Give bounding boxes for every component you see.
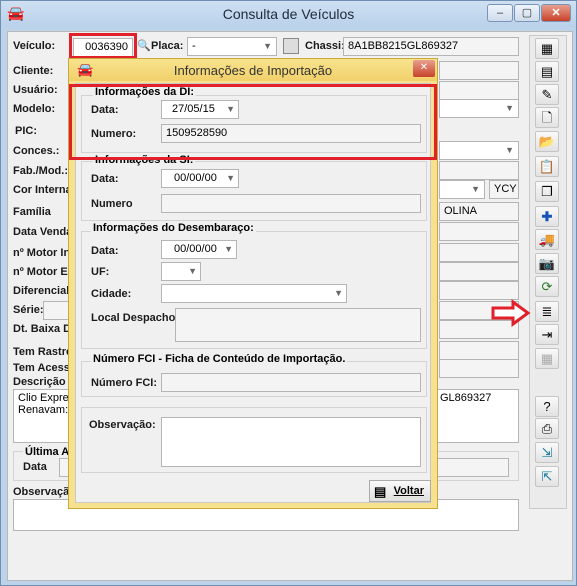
diferencial-field[interactable] <box>439 281 519 300</box>
observacao-main-label: Observação <box>13 486 76 498</box>
si-data-value: 00/00/00 <box>174 172 217 184</box>
dialog-title: Informações de Importação <box>173 63 333 78</box>
data-av-label: Data <box>23 461 47 473</box>
disabled-grid-icon[interactable]: ▦ <box>535 348 559 369</box>
placa-value: - <box>192 40 196 52</box>
chevron-down-icon: ▼ <box>188 266 197 276</box>
door-enter-icon[interactable]: ⇲ <box>535 442 559 463</box>
fci-label: Número FCI: <box>91 377 157 389</box>
help-icon[interactable]: ? <box>535 396 559 417</box>
desemb-data-label: Data: <box>91 245 119 257</box>
veiculo-label: Veículo: <box>13 40 56 52</box>
grid-add-icon[interactable]: ▦ <box>535 38 559 59</box>
red-arrow-annotation <box>491 299 531 327</box>
refresh-icon[interactable]: ⟳ <box>535 276 559 297</box>
si-numero-field[interactable] <box>161 194 421 213</box>
lookup-icon[interactable]: 🔍 <box>137 39 151 52</box>
di-highlight <box>69 84 437 160</box>
chevron-down-icon: ▼ <box>263 41 272 51</box>
si-data-label: Data: <box>91 173 119 185</box>
chevron-down-icon: ▼ <box>471 184 480 194</box>
desemb-data-value: 00/00/00 <box>174 243 217 255</box>
placa-combo[interactable]: - ▼ <box>187 37 277 56</box>
title-bar: 🚘 Consulta de Veículos – ▢ ✕ <box>1 1 576 27</box>
door-exit-icon[interactable]: ⇱ <box>535 466 559 487</box>
print-icon[interactable]: ⎙ <box>535 418 559 439</box>
export-list-icon[interactable]: ⇥ <box>535 324 559 345</box>
cor-interna-label: Cor Interna: <box>13 184 76 196</box>
chevron-down-icon: ▼ <box>505 145 514 155</box>
dialog-title-bar: 🚘 Informações de Importação ✕ <box>69 59 437 81</box>
pic-label: PIC: <box>15 125 37 137</box>
minimize-button[interactable]: – <box>487 4 513 22</box>
familia-field[interactable]: OLINA <box>439 202 519 221</box>
desemb-local-label: Local Despacho: <box>91 312 180 324</box>
grid-icon[interactable] <box>283 38 299 54</box>
grid-edit-icon[interactable]: ▤ <box>535 61 559 82</box>
close-button[interactable]: ✕ <box>541 4 571 22</box>
camera-truck-icon[interactable]: 🚚 <box>535 229 559 250</box>
serie-label: Série: <box>13 304 44 316</box>
descricao-label: Descrição d <box>13 376 76 388</box>
voltar-label: Voltar <box>393 485 424 497</box>
fab-mod-field[interactable] <box>439 161 519 180</box>
obs-label: Observação: <box>89 419 156 431</box>
clipboard-icon[interactable]: 📋 <box>535 156 559 177</box>
cliente-field[interactable] <box>439 61 519 80</box>
cliente-label: Cliente: <box>13 65 54 77</box>
eraser-icon[interactable]: ✎ <box>535 84 559 105</box>
desemb-data-combo[interactable]: 00/00/00 ▼ <box>161 240 237 259</box>
conces-combo[interactable]: ▼ <box>439 141 519 160</box>
veiculo-highlight <box>69 33 137 59</box>
desemb-cidade-combo[interactable]: ▼ <box>161 284 347 303</box>
camera-icon[interactable]: 📷 <box>535 253 559 274</box>
desemb-local-field[interactable] <box>175 308 421 342</box>
obs-textarea[interactable] <box>161 417 421 467</box>
fci-field[interactable] <box>161 373 421 392</box>
chevron-down-icon: ▼ <box>505 103 514 113</box>
import-info-dialog: 🚘 Informações de Importação ✕ Informaçõe… <box>68 58 438 509</box>
diferencial-label: Diferencial: <box>13 285 73 297</box>
fci-group-title: Número FCI - Ficha de Conteúdo de Import… <box>91 353 348 365</box>
voltar-button[interactable]: ▤ Voltar <box>369 480 431 502</box>
rastreador-field[interactable] <box>439 341 519 360</box>
desemb-uf-label: UF: <box>91 266 110 278</box>
document-icon[interactable]: 🗋 <box>535 107 559 128</box>
add-plus-icon[interactable]: ✚ <box>535 206 559 227</box>
modelo-combo[interactable]: ▼ <box>439 99 519 118</box>
copy-icon[interactable]: ❐ <box>535 181 559 202</box>
cor-interna-combo[interactable]: ▼ <box>439 180 485 199</box>
placa-label: Placa: <box>151 40 184 52</box>
fab-mod-label: Fab./Mod.: <box>13 165 68 177</box>
motor-int-field[interactable] <box>439 243 519 262</box>
chevron-down-icon: ▼ <box>224 244 233 254</box>
cor-code-field[interactable]: YCY <box>489 180 519 199</box>
folder-open-icon[interactable]: 📂 <box>535 131 559 152</box>
maximize-button[interactable]: ▢ <box>514 4 540 22</box>
desemb-uf-combo[interactable]: ▼ <box>161 262 201 281</box>
data-venda-field[interactable] <box>439 222 519 241</box>
modelo-label: Modelo: <box>13 103 56 115</box>
si-numero-label: Numero <box>91 198 133 210</box>
usuario-field[interactable] <box>439 81 519 100</box>
usuario-label: Usuário: <box>13 84 58 96</box>
descricao-chassi-tail: GL869327 <box>440 392 492 404</box>
desemb-cidade-label: Cidade: <box>91 288 132 300</box>
si-data-combo[interactable]: 00/00/00 ▼ <box>161 169 239 188</box>
chassi-field[interactable]: 8A1BB8215GL869327 <box>343 37 519 56</box>
chassi-label: Chassi: <box>305 40 345 52</box>
data-venda-label: Data Venda <box>13 226 73 238</box>
chevron-down-icon: ▼ <box>334 288 343 298</box>
conces-label: Conces.: <box>13 145 60 157</box>
voltar-icon: ▤ <box>374 484 387 499</box>
motor-ext-field[interactable] <box>439 262 519 281</box>
desembaraco-group-title: Informações do Desembaraço: <box>91 222 256 234</box>
acessorio-field[interactable] <box>439 359 519 378</box>
familia-label: Família <box>13 206 51 218</box>
dialog-close-button[interactable]: ✕ <box>413 60 435 77</box>
chevron-down-icon: ▼ <box>226 173 235 183</box>
import-info-icon[interactable]: ≣ <box>535 301 559 322</box>
